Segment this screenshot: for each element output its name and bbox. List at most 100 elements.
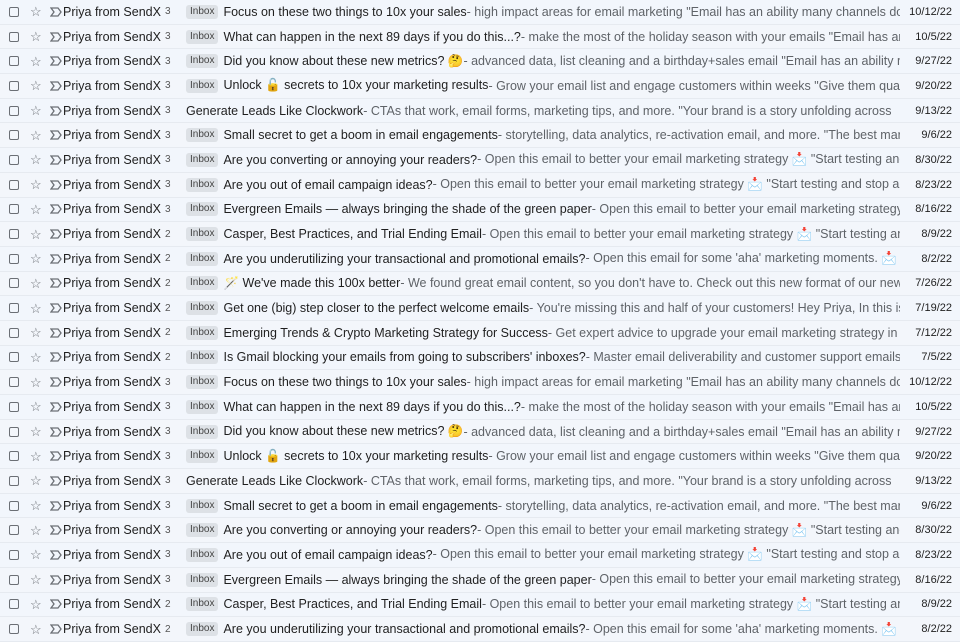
importance-marker-icon[interactable] bbox=[50, 599, 62, 609]
email-row[interactable]: ☆ Priya from SendX 3 Inbox What can happ… bbox=[0, 24, 960, 50]
importance-marker-icon[interactable] bbox=[50, 328, 62, 338]
star-icon[interactable]: ☆ bbox=[30, 228, 44, 241]
importance-marker-icon[interactable] bbox=[50, 180, 62, 190]
importance-marker-icon[interactable] bbox=[50, 575, 62, 585]
star-icon[interactable]: ☆ bbox=[30, 598, 44, 611]
star-icon[interactable]: ☆ bbox=[30, 277, 44, 290]
email-row[interactable]: ☆ Priya from SendX 2 Inbox Casper, Best … bbox=[0, 592, 960, 618]
select-checkbox[interactable] bbox=[9, 525, 19, 536]
star-icon[interactable]: ☆ bbox=[30, 573, 44, 586]
importance-marker-icon[interactable] bbox=[50, 7, 62, 17]
star-icon[interactable]: ☆ bbox=[30, 474, 44, 487]
importance-marker-icon[interactable] bbox=[50, 525, 62, 535]
star-icon[interactable]: ☆ bbox=[30, 178, 44, 191]
importance-marker-icon[interactable] bbox=[50, 377, 62, 387]
select-checkbox[interactable] bbox=[9, 154, 19, 165]
importance-marker-icon[interactable] bbox=[50, 500, 62, 511]
email-row[interactable]: ☆ Priya from SendX 3 Inbox Are you conve… bbox=[0, 518, 960, 544]
select-checkbox[interactable] bbox=[9, 179, 19, 190]
star-icon[interactable]: ☆ bbox=[30, 400, 44, 413]
star-icon[interactable]: ☆ bbox=[30, 252, 44, 265]
star-icon[interactable]: ☆ bbox=[30, 351, 44, 364]
importance-marker-icon[interactable] bbox=[50, 426, 62, 437]
email-row[interactable]: ☆ Priya from SendX 3 Inbox Small secret … bbox=[0, 493, 960, 519]
importance-marker-icon[interactable] bbox=[50, 451, 62, 461]
importance-marker-icon[interactable] bbox=[50, 476, 62, 486]
email-row[interactable]: ☆ Priya from SendX 3 Inbox Are you out o… bbox=[0, 172, 960, 198]
star-icon[interactable]: ☆ bbox=[30, 302, 44, 315]
email-row[interactable]: ☆ Priya from SendX 3 Generate Leads Like… bbox=[0, 98, 960, 124]
select-checkbox[interactable] bbox=[9, 377, 19, 388]
importance-marker-icon[interactable] bbox=[50, 624, 62, 634]
email-row[interactable]: ☆ Priya from SendX 2 Inbox Casper, Best … bbox=[0, 222, 960, 247]
email-row[interactable]: ☆ Priya from SendX 2 Inbox Is Gmail bloc… bbox=[0, 345, 960, 371]
select-checkbox[interactable] bbox=[9, 451, 19, 462]
select-checkbox[interactable] bbox=[9, 475, 19, 486]
email-row[interactable]: ☆ Priya from SendX 3 Inbox Focus on thes… bbox=[0, 370, 960, 395]
select-checkbox[interactable] bbox=[9, 599, 19, 610]
select-checkbox[interactable] bbox=[9, 624, 19, 635]
importance-marker-icon[interactable] bbox=[50, 56, 62, 66]
select-checkbox[interactable] bbox=[9, 303, 19, 314]
email-row[interactable]: ☆ Priya from SendX 3 Inbox Are you conve… bbox=[0, 148, 960, 173]
importance-marker-icon[interactable] bbox=[50, 229, 62, 239]
email-row[interactable]: ☆ Priya from SendX 3 Inbox Unlock 🔓 secr… bbox=[0, 74, 960, 99]
importance-marker-icon[interactable] bbox=[50, 550, 62, 560]
star-icon[interactable]: ☆ bbox=[30, 153, 44, 166]
email-row[interactable]: ☆ Priya from SendX 2 Inbox Get one (big)… bbox=[0, 296, 960, 321]
email-row[interactable]: ☆ Priya from SendX 2 Inbox Are you under… bbox=[0, 617, 960, 642]
star-icon[interactable]: ☆ bbox=[30, 5, 44, 18]
star-icon[interactable]: ☆ bbox=[30, 30, 44, 43]
select-checkbox[interactable] bbox=[9, 130, 19, 141]
importance-marker-icon[interactable] bbox=[50, 31, 62, 42]
select-checkbox[interactable] bbox=[9, 56, 19, 67]
email-row[interactable]: ☆ Priya from SendX 3 Inbox What can happ… bbox=[0, 395, 960, 420]
email-row[interactable]: ☆ Priya from SendX 2 Inbox Are you under… bbox=[0, 246, 960, 272]
importance-marker-icon[interactable] bbox=[50, 130, 62, 140]
star-icon[interactable]: ☆ bbox=[30, 450, 44, 463]
star-icon[interactable]: ☆ bbox=[30, 129, 44, 142]
star-icon[interactable]: ☆ bbox=[30, 499, 44, 512]
select-checkbox[interactable] bbox=[9, 80, 19, 91]
email-row[interactable]: ☆ Priya from SendX 3 Inbox Small secret … bbox=[0, 123, 960, 149]
select-checkbox[interactable] bbox=[9, 500, 19, 511]
email-row[interactable]: ☆ Priya from SendX 3 Inbox Did you know … bbox=[0, 49, 960, 75]
star-icon[interactable]: ☆ bbox=[30, 55, 44, 68]
star-icon[interactable]: ☆ bbox=[30, 623, 44, 636]
star-icon[interactable]: ☆ bbox=[30, 376, 44, 389]
select-checkbox[interactable] bbox=[9, 253, 19, 264]
email-row[interactable]: ☆ Priya from SendX 2 Inbox 🪄 We've made … bbox=[0, 271, 960, 297]
importance-marker-icon[interactable] bbox=[50, 303, 62, 313]
importance-marker-icon[interactable] bbox=[50, 254, 62, 264]
email-row[interactable]: ☆ Priya from SendX 3 Inbox Evergreen Ema… bbox=[0, 567, 960, 593]
select-checkbox[interactable] bbox=[9, 6, 19, 17]
email-row[interactable]: ☆ Priya from SendX 3 Generate Leads Like… bbox=[0, 469, 960, 494]
email-row[interactable]: ☆ Priya from SendX 2 Inbox Emerging Tren… bbox=[0, 320, 960, 346]
importance-marker-icon[interactable] bbox=[50, 204, 62, 214]
select-checkbox[interactable] bbox=[9, 278, 19, 289]
star-icon[interactable]: ☆ bbox=[30, 326, 44, 339]
importance-marker-icon[interactable] bbox=[50, 278, 62, 289]
select-checkbox[interactable] bbox=[9, 327, 19, 338]
select-checkbox[interactable] bbox=[9, 31, 19, 42]
select-checkbox[interactable] bbox=[9, 229, 19, 240]
select-checkbox[interactable] bbox=[9, 574, 19, 585]
importance-marker-icon[interactable] bbox=[50, 352, 62, 363]
email-row[interactable]: ☆ Priya from SendX 3 Inbox Focus on thes… bbox=[0, 0, 960, 25]
email-row[interactable]: ☆ Priya from SendX 3 Inbox Did you know … bbox=[0, 419, 960, 445]
select-checkbox[interactable] bbox=[9, 401, 19, 412]
select-checkbox[interactable] bbox=[9, 352, 19, 363]
star-icon[interactable]: ☆ bbox=[30, 548, 44, 561]
select-checkbox[interactable] bbox=[9, 105, 19, 116]
star-icon[interactable]: ☆ bbox=[30, 524, 44, 537]
star-icon[interactable]: ☆ bbox=[30, 79, 44, 92]
star-icon[interactable]: ☆ bbox=[30, 104, 44, 117]
select-checkbox[interactable] bbox=[9, 426, 19, 437]
importance-marker-icon[interactable] bbox=[50, 402, 62, 412]
star-icon[interactable]: ☆ bbox=[30, 425, 44, 438]
importance-marker-icon[interactable] bbox=[50, 81, 62, 91]
importance-marker-icon[interactable] bbox=[50, 105, 62, 116]
select-checkbox[interactable] bbox=[9, 549, 19, 560]
email-row[interactable]: ☆ Priya from SendX 3 Inbox Unlock 🔓 secr… bbox=[0, 444, 960, 470]
star-icon[interactable]: ☆ bbox=[30, 203, 44, 216]
